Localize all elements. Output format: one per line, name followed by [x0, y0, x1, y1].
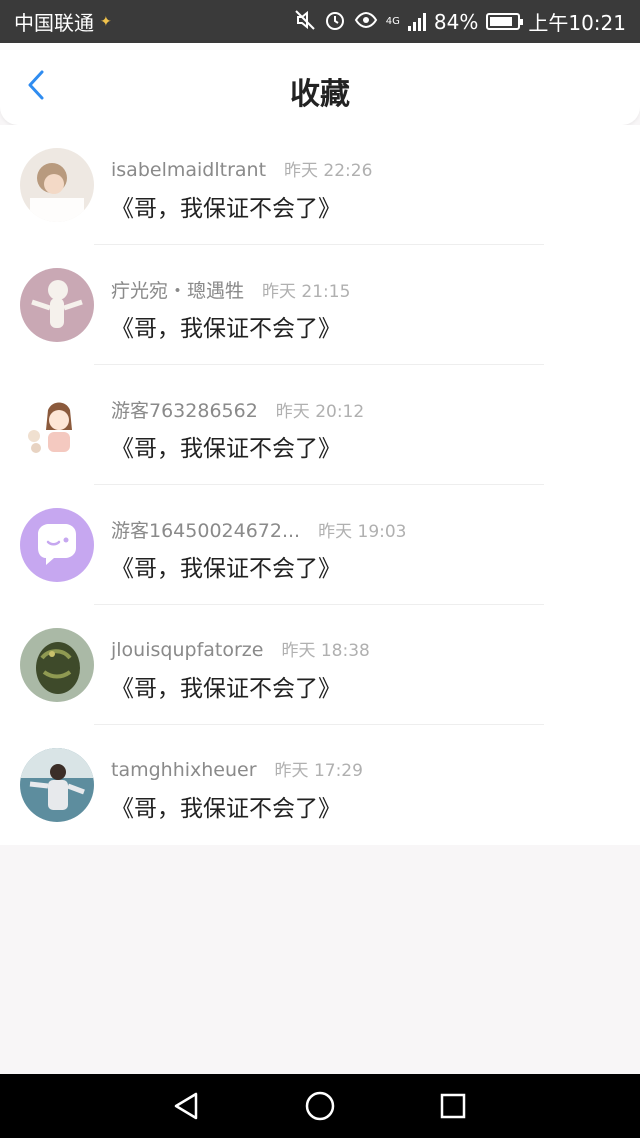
list-item[interactable]: isabelmaidltrant 昨天 22:26 《哥，我保证不会了》 [0, 125, 640, 245]
system-nav-bar [0, 1074, 640, 1138]
avatar [20, 508, 94, 582]
username: 游客16450024672... [111, 520, 301, 542]
avatar [20, 388, 94, 462]
story-title: 《哥，我保证不会了》 [111, 436, 341, 462]
item-meta: 游客16450024672... 昨天 19:03 [111, 516, 407, 543]
page-title: 收藏 [290, 77, 350, 112]
avatar [20, 268, 94, 342]
story-title: 《哥，我保证不会了》 [111, 316, 341, 342]
sparkle-icon: ✦ [100, 13, 112, 30]
avatar [20, 148, 94, 222]
timestamp: 昨天 18:38 [281, 641, 370, 661]
list-item[interactable]: jlouisqupfatorze 昨天 18:38 《哥，我保证不会了》 [0, 605, 640, 725]
square-recents-icon [441, 1093, 466, 1119]
story-title: 《哥，我保证不会了》 [111, 196, 341, 222]
username: 疔光宛・璁遇牲 [111, 280, 245, 302]
username: jlouisqupfatorze [111, 639, 264, 661]
signal-icon [407, 12, 426, 31]
network-type: 4G [385, 16, 400, 27]
story-title: 《哥，我保证不会了》 [111, 676, 341, 702]
eye-icon [354, 10, 378, 33]
alarm-icon [324, 9, 346, 34]
item-meta: 游客763286562 昨天 20:12 [111, 396, 364, 423]
clock: 上午10:21 [528, 11, 626, 35]
nav-home-button[interactable] [302, 1088, 338, 1124]
username: tamghhixheuer [111, 759, 257, 781]
nav-back-button[interactable] [169, 1088, 205, 1124]
nav-recents-button[interactable] [435, 1088, 471, 1124]
item-meta: jlouisqupfatorze 昨天 18:38 [111, 636, 370, 661]
circle-home-icon [305, 1091, 335, 1121]
username: 游客763286562 [111, 400, 258, 422]
item-meta: isabelmaidltrant 昨天 22:26 [111, 156, 372, 181]
status-left: 中国联通 ✦ [14, 7, 112, 36]
item-meta: tamghhixheuer 昨天 17:29 [111, 756, 363, 781]
item-meta: 疔光宛・璁遇牲 昨天 21:15 [111, 276, 350, 303]
status-right: 4G 84% 上午10:21 [294, 7, 626, 36]
timestamp: 昨天 17:29 [274, 761, 363, 781]
list-item[interactable]: 疔光宛・璁遇牲 昨天 21:15 《哥，我保证不会了》 [0, 245, 640, 365]
timestamp: 昨天 19:03 [318, 522, 407, 542]
list-item[interactable]: 游客16450024672... 昨天 19:03 《哥，我保证不会了》 [0, 485, 640, 605]
timestamp: 昨天 21:15 [262, 282, 351, 302]
battery-percent: 84% [433, 9, 479, 34]
favorites-list: isabelmaidltrant 昨天 22:26 《哥，我保证不会了》 疔光宛… [0, 125, 640, 845]
mute-icon [294, 9, 316, 34]
timestamp: 昨天 20:12 [275, 402, 365, 422]
list-item[interactable]: 游客763286562 昨天 20:12 《哥，我保证不会了》 [0, 365, 640, 485]
triangle-back-icon [174, 1092, 197, 1120]
story-title: 《哥，我保证不会了》 [111, 796, 341, 822]
avatar [20, 748, 94, 822]
header: 收藏 [0, 43, 640, 125]
avatar [20, 628, 94, 702]
timestamp: 昨天 22:26 [284, 161, 373, 181]
carrier-name: 中国联通 [14, 11, 94, 35]
status-bar: 中国联通 ✦ 4G 84% 上午10:21 [0, 0, 640, 43]
story-title: 《哥，我保证不会了》 [111, 556, 341, 582]
username: isabelmaidltrant [111, 159, 267, 181]
list-item[interactable]: tamghhixheuer 昨天 17:29 《哥，我保证不会了》 [0, 725, 640, 845]
battery-icon [486, 13, 524, 30]
